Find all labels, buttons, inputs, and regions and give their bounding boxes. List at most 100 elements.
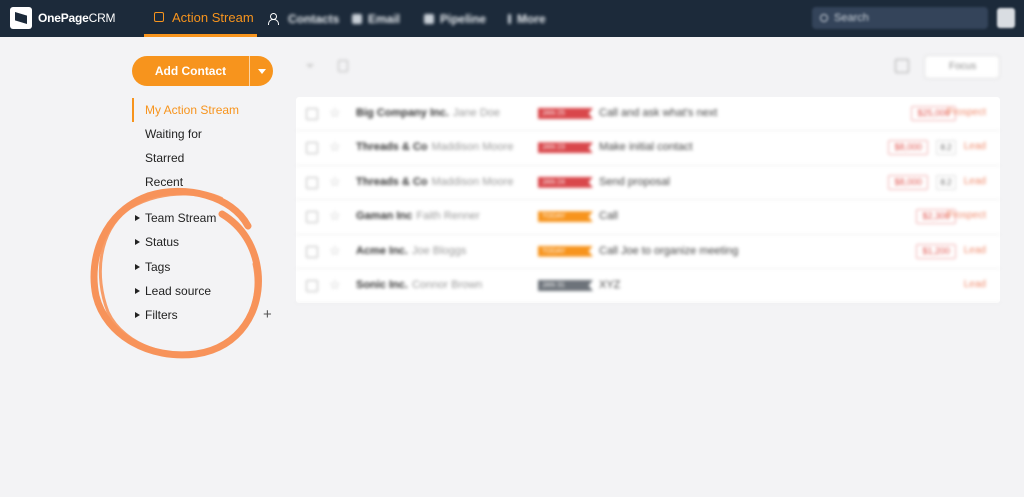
table-row[interactable]: ☆ Gaman Inc Faith Renner TODAY Call $2,300 Pro… <box>296 200 1000 235</box>
company-name: Gaman Inc <box>356 210 413 223</box>
refresh-icon[interactable] <box>338 60 348 72</box>
deal-amount-badge: $8,000 <box>888 140 928 156</box>
pipeline-icon <box>424 13 434 24</box>
sidebar-group-lead-source[interactable]: Lead source <box>135 279 285 303</box>
table-row[interactable]: ☆ Big Company Inc. Jane Doe JAN 25 Call and … <box>296 97 1000 132</box>
user-avatar[interactable] <box>997 8 1015 28</box>
table-row[interactable]: ☆ Threads & Co Maddison Moore JAN 24 Send pr… <box>296 166 1000 201</box>
expand-arrow-icon <box>135 239 140 246</box>
contact-name: Faith Renner <box>416 210 480 223</box>
row-checkbox[interactable] <box>306 176 318 189</box>
group-label: Tags <box>145 259 171 274</box>
expand-arrow-icon <box>135 288 140 295</box>
focus-label: Focus <box>949 61 977 72</box>
due-date-flag: JAN 24 <box>538 176 593 188</box>
select-dropdown-icon[interactable] <box>306 64 314 68</box>
calendar-icon[interactable] <box>895 59 909 73</box>
star-icon[interactable]: ☆ <box>329 105 341 121</box>
status-badge: Lead <box>963 141 986 153</box>
tab-more[interactable]: More <box>508 0 546 37</box>
next-action-text[interactable]: Call and ask what's next <box>599 107 717 119</box>
logo-text: OnePage <box>38 11 89 25</box>
row-company[interactable]: Sonic Inc. Connor Brown <box>356 279 482 291</box>
row-checkbox[interactable] <box>306 280 318 292</box>
due-date-flag: JAN 25 <box>538 108 593 119</box>
next-action-text[interactable]: Call Joe to organize meeting <box>599 245 738 257</box>
expand-arrow-icon <box>135 263 140 270</box>
add-contact-button[interactable]: Add Contact <box>132 56 273 86</box>
deal-amount-badge: $1,200 <box>916 243 956 259</box>
row-checkbox[interactable] <box>306 211 318 224</box>
sidebar-item-my-action-stream[interactable]: My Action Stream <box>132 98 282 122</box>
company-name: Threads & Co <box>356 175 428 188</box>
status-badge: Lead <box>963 244 986 256</box>
row-checkbox[interactable] <box>306 142 318 155</box>
status-badge: Prospect <box>946 107 986 118</box>
expand-arrow-icon <box>135 215 140 222</box>
contact-name: Connor Brown <box>411 279 483 291</box>
company-name: Sonic Inc. <box>356 279 408 291</box>
logo[interactable]: OnePageCRM <box>10 7 116 29</box>
sidebar-item-waiting-for[interactable]: Waiting for <box>132 122 282 146</box>
tab-contacts[interactable]: Contacts <box>282 0 339 37</box>
sidebar-nav: My Action Stream Waiting for Starred Rec… <box>132 98 282 194</box>
chevron-down-icon <box>257 68 266 74</box>
expand-arrow-icon <box>135 312 140 319</box>
tab-action-stream-label: Action Stream <box>172 9 254 25</box>
company-name: Acme Inc. <box>356 244 408 257</box>
star-icon[interactable]: ☆ <box>329 174 341 190</box>
row-company[interactable]: Gaman Inc Faith Renner <box>356 210 480 222</box>
search-input[interactable]: Search <box>812 7 988 29</box>
contact-name: Maddison Moore <box>431 175 514 188</box>
tab-pipeline-label: Pipeline <box>440 11 487 26</box>
star-icon[interactable]: ☆ <box>329 139 341 155</box>
add-filter-button[interactable]: + <box>263 306 272 323</box>
due-date-flag: JAN 31 <box>538 280 593 291</box>
score-badge: 8.2 <box>936 140 956 156</box>
sidebar-group-status[interactable]: Status <box>135 230 285 254</box>
next-action-text[interactable]: Make initial contact <box>599 141 693 153</box>
top-navigation-bar: OnePageCRM Action Stream Contacts Email … <box>0 0 1024 37</box>
logo-text-suffix: CRM <box>88 11 116 25</box>
focus-dropdown[interactable]: Focus <box>924 55 1000 79</box>
status-badge: Lead <box>963 279 986 290</box>
sidebar-group-tags[interactable]: Tags <box>135 255 285 279</box>
table-row[interactable]: ☆ Threads & Co Maddison Moore JAN 23 Make in… <box>296 131 1000 166</box>
action-list: ☆ Big Company Inc. Jane Doe JAN 25 Call and … <box>296 97 1000 304</box>
tab-email[interactable]: Email <box>352 0 400 37</box>
due-date-flag: TODAY <box>538 211 593 223</box>
group-label: Status <box>145 235 180 250</box>
row-checkbox[interactable] <box>306 108 318 120</box>
row-company[interactable]: Threads & Co Maddison Moore <box>356 176 513 188</box>
row-company[interactable]: Threads & Co Maddison Moore <box>356 141 513 153</box>
row-company[interactable]: Big Company Inc. Jane Doe <box>356 107 500 119</box>
sidebar-item-recent[interactable]: Recent <box>132 170 282 194</box>
next-action-text[interactable]: Send proposal <box>599 176 670 188</box>
more-icon <box>508 13 511 24</box>
group-label: Team Stream <box>145 211 217 226</box>
add-contact-label: Add Contact <box>154 64 227 78</box>
contact-name: Maddison Moore <box>431 141 514 154</box>
next-action-text[interactable]: Call <box>599 210 618 222</box>
star-icon[interactable]: ☆ <box>329 277 341 293</box>
star-icon[interactable]: ☆ <box>329 208 341 224</box>
table-row[interactable]: ☆ Acme Inc. Joe Bloggs TODAY Call Joe to org… <box>296 235 1000 269</box>
deal-amount-badge: $8,000 <box>888 174 928 190</box>
tab-action-stream[interactable]: Action Stream <box>144 0 257 37</box>
table-row[interactable]: ☆ Sonic Inc. Connor Brown JAN 31 XYZ Lead <box>296 269 1000 304</box>
sidebar-group-team-stream[interactable]: Team Stream <box>135 206 285 230</box>
row-checkbox[interactable] <box>306 245 318 258</box>
search-icon <box>820 14 828 22</box>
tab-more-label: More <box>517 11 546 26</box>
add-contact-dropdown[interactable] <box>250 68 273 74</box>
row-company[interactable]: Acme Inc. Joe Bloggs <box>356 245 466 257</box>
sidebar-item-starred[interactable]: Starred <box>132 146 282 170</box>
due-date-flag: JAN 23 <box>538 142 593 154</box>
contacts-icon <box>268 13 279 25</box>
company-name: Big Company Inc. <box>356 107 449 119</box>
star-icon[interactable]: ☆ <box>329 243 341 259</box>
next-action-text[interactable]: XYZ <box>599 279 620 291</box>
action-stream-icon <box>154 12 164 22</box>
logo-icon <box>10 7 32 29</box>
tab-pipeline[interactable]: Pipeline <box>424 0 486 37</box>
